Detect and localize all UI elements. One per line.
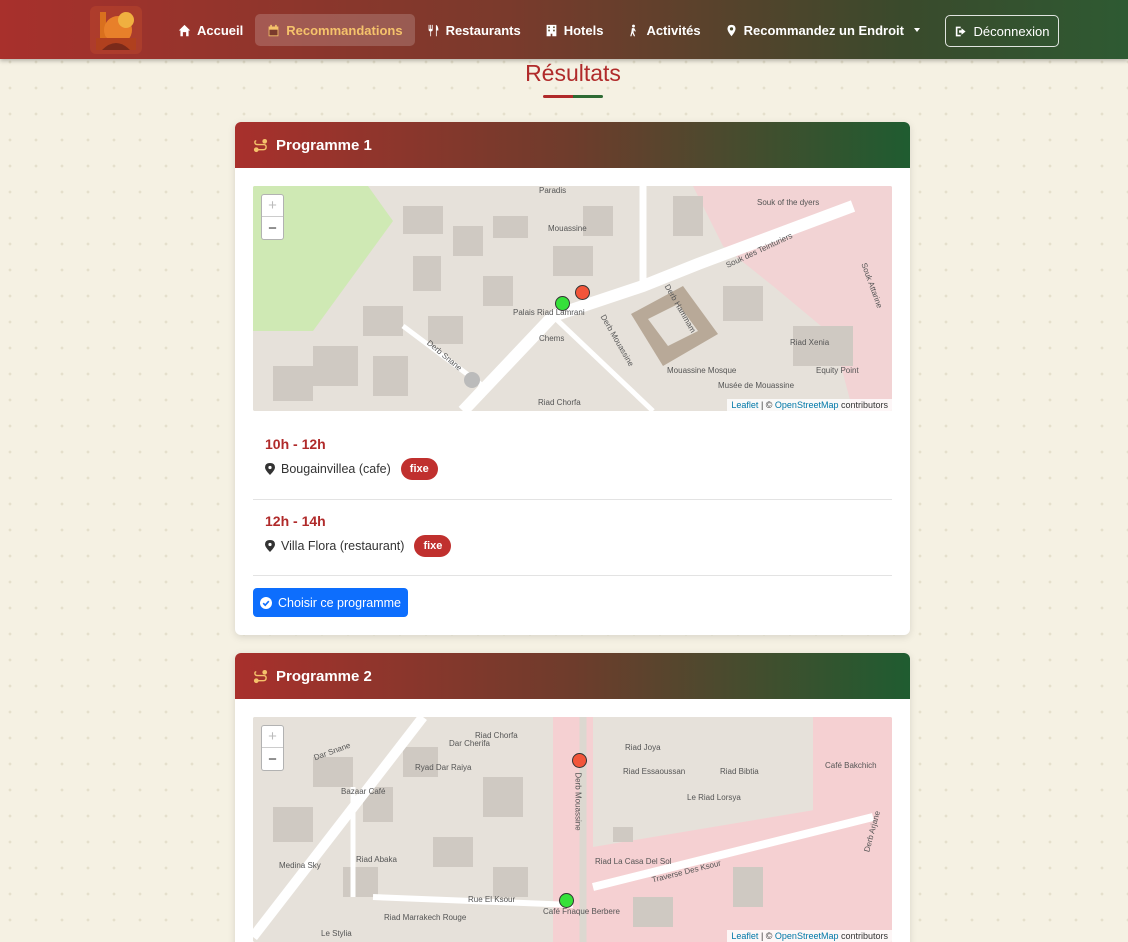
map-label: Palais Riad Lamrani xyxy=(513,308,585,317)
map-marker-icon xyxy=(265,463,275,475)
attribution-separator: | © xyxy=(758,931,775,941)
programme-card: Programme 1 Paradis Mouassine Souk of th… xyxy=(235,122,910,635)
nav-item-label: Recommandations xyxy=(286,22,403,38)
map-label: Dar Cherifa xyxy=(449,739,490,748)
place-name: Villa Flora (restaurant) xyxy=(281,539,405,553)
map-label: Riad Xenia xyxy=(790,338,830,347)
nav-item-recommandez[interactable]: Recommandez un Endroit xyxy=(713,14,932,46)
page-title: Résultats xyxy=(525,60,621,86)
zoom-control: + − xyxy=(261,194,284,240)
navbar: Accueil Recommandations Restaurants Hote… xyxy=(0,0,1128,59)
route-icon xyxy=(253,669,268,683)
nav-item-accueil[interactable]: Accueil xyxy=(166,14,255,46)
map-label: Riad Bibtia xyxy=(720,767,759,776)
card-header: Programme 2 xyxy=(235,653,910,699)
attribution-contributors: contributors xyxy=(838,400,888,410)
map-attribution: Leaflet | © OpenStreetMap contributors xyxy=(727,930,892,942)
map-label: Mouassine xyxy=(548,224,587,233)
map-label: Musée de Mouassine xyxy=(718,381,795,390)
map-label: Le Stylia xyxy=(321,929,352,938)
check-circle-icon xyxy=(260,596,273,609)
time-slot: 10h - 12h Bougainvillea (cafe) fixe xyxy=(265,436,438,480)
map-label: Le Riad Lorsya xyxy=(687,793,741,802)
nav-item-restaurants[interactable]: Restaurants xyxy=(415,14,533,46)
card-title: Programme 2 xyxy=(276,667,372,685)
route-icon xyxy=(253,138,268,152)
map-label: Mouassine Mosque xyxy=(667,366,737,375)
zoom-control: + − xyxy=(261,725,284,771)
slot-place: Bougainvillea (cafe) fixe xyxy=(265,458,438,480)
map-label: Café Bakchich xyxy=(825,761,877,770)
start-marker[interactable] xyxy=(559,893,574,908)
map-label: Derb Mouassine xyxy=(573,772,583,831)
map-label: Riad Joya xyxy=(625,743,661,752)
card-header: Programme 1 xyxy=(235,122,910,168)
zoom-in-button[interactable]: + xyxy=(262,195,283,217)
map-attribution: Leaflet | © OpenStreetMap contributors xyxy=(727,399,892,411)
attribution-contributors: contributors xyxy=(838,931,888,941)
zoom-out-button[interactable]: − xyxy=(262,748,283,770)
nav-item-recommandations[interactable]: Recommandations xyxy=(255,14,415,46)
choose-programme-label: Choisir ce programme xyxy=(278,595,401,610)
nav-item-label: Activités xyxy=(646,22,701,38)
osm-link[interactable]: OpenStreetMap xyxy=(775,931,839,941)
map-label: Ryad Dar Raiya xyxy=(415,763,472,772)
map[interactable]: Paradis Mouassine Souk of the dyers Souk… xyxy=(253,186,892,411)
building-icon xyxy=(546,24,557,36)
divider xyxy=(253,499,892,500)
zoom-out-button[interactable]: − xyxy=(262,217,283,239)
map-marker-icon xyxy=(265,540,275,552)
map-label: Bazaar Café xyxy=(341,787,386,796)
choose-programme-button[interactable]: Choisir ce programme xyxy=(253,588,408,617)
map-label: Riad Chorfa xyxy=(538,398,581,407)
map-label: Rue El Ksour xyxy=(468,895,516,904)
slot-time: 10h - 12h xyxy=(265,436,326,452)
map-label: Riad La Casa Del Sol xyxy=(595,857,672,866)
status-badge: fixe xyxy=(400,458,438,480)
time-slot: 12h - 14h Villa Flora (restaurant) fixe xyxy=(265,513,452,557)
map-label: Riad Abaka xyxy=(356,855,397,864)
place-name: Bougainvillea (cafe) xyxy=(281,462,391,476)
map-marker-icon xyxy=(727,24,736,36)
nav-item-label: Accueil xyxy=(197,22,244,38)
map-label: Chems xyxy=(539,334,565,343)
chevron-down-icon xyxy=(914,28,920,32)
hiking-icon xyxy=(630,24,637,36)
slot-place: Villa Flora (restaurant) fixe xyxy=(265,535,452,557)
utensils-icon xyxy=(428,24,438,36)
map-label: Medina Sky xyxy=(279,861,321,870)
nav-item-hotels[interactable]: Hotels xyxy=(533,14,616,46)
end-marker[interactable] xyxy=(572,753,587,768)
sign-out-icon xyxy=(955,26,966,36)
zoom-in-button[interactable]: + xyxy=(262,726,283,748)
map-label: Paradis xyxy=(539,186,567,195)
title-underline xyxy=(543,95,603,98)
nav-item-label: Restaurants xyxy=(445,22,521,38)
card-title: Programme 1 xyxy=(276,136,372,154)
divider xyxy=(253,575,892,576)
map-label: Equity Point xyxy=(816,366,859,375)
map-label: Riad Marrakech Rouge xyxy=(384,913,467,922)
attribution-separator: | © xyxy=(758,400,775,410)
map-label: Café Fnaque Berbere xyxy=(543,907,620,916)
leaflet-link[interactable]: Leaflet xyxy=(731,400,758,410)
logo[interactable] xyxy=(90,6,142,54)
nav-item-label: Recommandez un Endroit xyxy=(743,22,904,38)
end-marker[interactable] xyxy=(575,285,590,300)
calendar-icon xyxy=(268,24,279,36)
home-icon xyxy=(178,24,191,36)
osm-link[interactable]: OpenStreetMap xyxy=(775,400,839,410)
map-label: Riad Essaoussan xyxy=(623,767,686,776)
slot-time: 12h - 14h xyxy=(265,513,326,529)
map[interactable]: Dar Snane Riad Chorfa Dar Cherifa Riad J… xyxy=(253,717,892,942)
logout-button[interactable]: Déconnexion xyxy=(945,15,1059,47)
status-badge: fixe xyxy=(414,535,452,557)
logout-label: Déconnexion xyxy=(973,23,1050,39)
nav-item-label: Hotels xyxy=(563,22,604,38)
leaflet-link[interactable]: Leaflet xyxy=(731,931,758,941)
nav-item-activites[interactable]: Activités xyxy=(615,14,712,46)
programme-card: Programme 2 Dar Snane Riad Chorfa Dar Ch… xyxy=(235,653,910,942)
map-label: Souk of the dyers xyxy=(757,198,820,207)
map-tiles[interactable] xyxy=(253,186,892,411)
